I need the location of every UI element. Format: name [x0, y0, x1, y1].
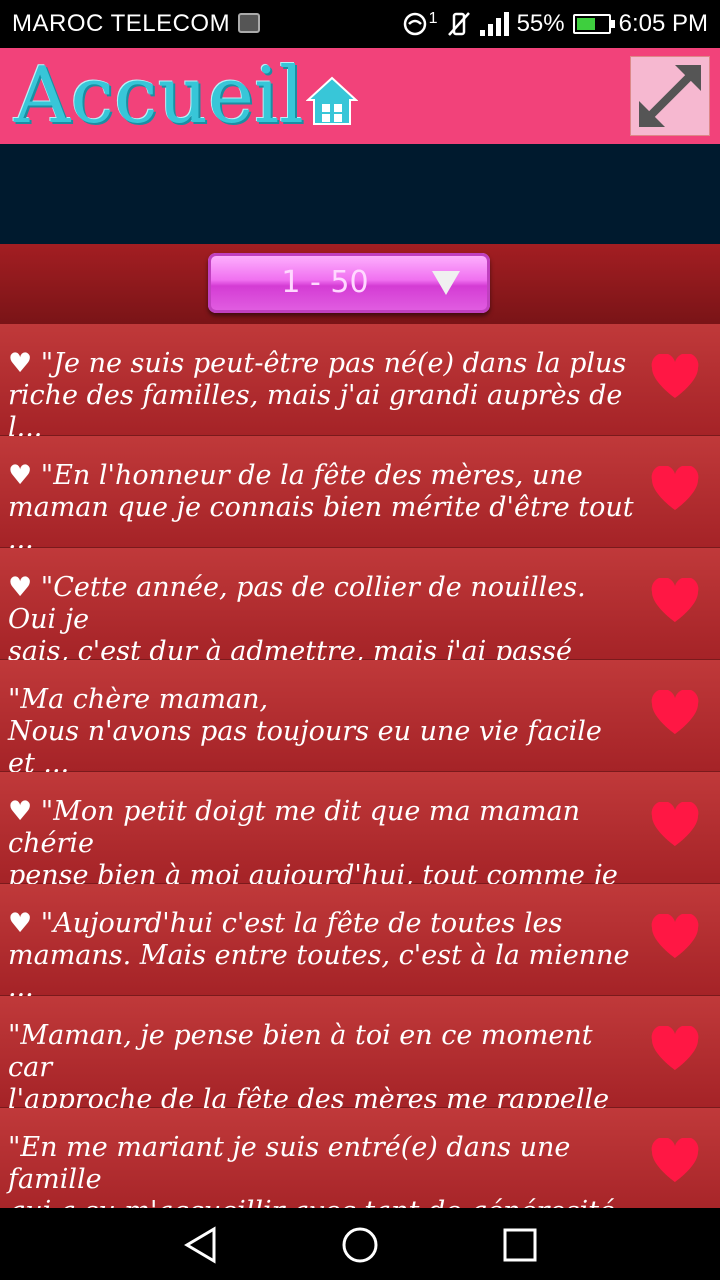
- expand-icon: [639, 65, 701, 127]
- quote-text: "En me mariant je suis entré(e) dans une…: [8, 1132, 615, 1208]
- back-icon[interactable]: [182, 1226, 220, 1264]
- status-bar: MAROC TELECOM 1 55% 6:05 PM: [0, 0, 720, 48]
- list-item[interactable]: ♥ "Je ne suis peut-être pas né(e) dans l…: [0, 324, 720, 443]
- list-item[interactable]: ♥ "Cette année, pas de collier de nouill…: [0, 548, 720, 699]
- battery-percent: 55%: [516, 10, 565, 37]
- list-item[interactable]: "Maman, je pense bien à toi en ce moment…: [0, 996, 720, 1147]
- quote-text: "Ma chère maman, Nous n'avons pas toujou…: [8, 684, 602, 779]
- app-header: Accueil: [0, 48, 720, 144]
- vibrate-off-icon: [447, 12, 470, 36]
- home-icon[interactable]: [306, 74, 358, 128]
- heart-icon[interactable]: [650, 354, 700, 400]
- image-notification-icon: [238, 13, 260, 33]
- ad-banner[interactable]: [0, 144, 720, 244]
- app-logo[interactable]: Accueil: [14, 54, 304, 138]
- heart-icon[interactable]: [650, 1138, 700, 1184]
- heart-icon[interactable]: [650, 1026, 700, 1072]
- home-nav-icon[interactable]: [341, 1226, 379, 1264]
- heart-icon[interactable]: [650, 914, 700, 960]
- list-item[interactable]: "En me mariant je suis entré(e) dans une…: [0, 1108, 720, 1208]
- battery-icon: [572, 14, 615, 34]
- range-dropdown[interactable]: 1 - 50: [208, 253, 490, 313]
- quote-text: ♥ "Aujourd'hui c'est la fête de toutes l…: [8, 908, 630, 1003]
- sim-indicator: 1: [428, 10, 438, 27]
- list-item[interactable]: ♥ "Mon petit doigt me dit que ma maman c…: [0, 772, 720, 923]
- signal-icon: [479, 12, 509, 36]
- status-icons: 1 55% 6:05 PM: [401, 8, 708, 40]
- heart-icon[interactable]: [650, 578, 700, 624]
- sync-icon: [403, 12, 426, 36]
- quote-text: ♥ "Je ne suis peut-être pas né(e) dans l…: [8, 348, 627, 443]
- expand-button[interactable]: [630, 56, 710, 136]
- clock: 6:05 PM: [618, 10, 708, 37]
- quote-list[interactable]: ♥ "Je ne suis peut-être pas né(e) dans l…: [0, 324, 720, 1208]
- list-item[interactable]: ♥ "En l'honneur de la fête des mères, un…: [0, 436, 720, 555]
- list-item[interactable]: "Ma chère maman, Nous n'avons pas toujou…: [0, 660, 720, 779]
- quote-text: ♥ "En l'honneur de la fête des mères, un…: [8, 460, 634, 555]
- navigation-bar: [0, 1208, 720, 1280]
- dropdown-arrow-icon: [432, 271, 460, 295]
- list-item[interactable]: ♥ "Aujourd'hui c'est la fête de toutes l…: [0, 884, 720, 1003]
- recents-icon[interactable]: [501, 1226, 539, 1264]
- heart-icon[interactable]: [650, 802, 700, 848]
- heart-icon[interactable]: [650, 466, 700, 512]
- carrier-name: MAROC TELECOM: [12, 10, 231, 37]
- heart-icon[interactable]: [650, 690, 700, 736]
- range-value: 1 - 50: [281, 265, 369, 300]
